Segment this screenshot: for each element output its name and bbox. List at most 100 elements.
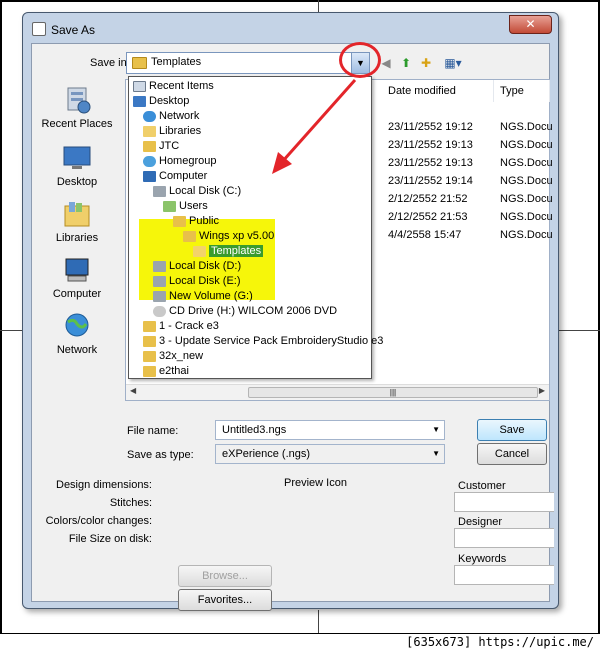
- file-date: 2/12/2552 21:53: [388, 211, 468, 223]
- dropdown-item-libraries[interactable]: Libraries: [143, 124, 201, 139]
- folder-open-icon: [193, 245, 206, 257]
- column-header-type[interactable]: Type: [494, 80, 550, 102]
- dropdown-item-local-disk-e[interactable]: Local Disk (E:): [153, 274, 241, 289]
- place-label: Recent Places: [41, 118, 113, 130]
- place-recent-places[interactable]: Recent Places: [33, 86, 121, 130]
- places-bar: Recent Places Desktop Libraries Computer: [33, 82, 121, 382]
- preview-icon-label: Preview Icon: [284, 477, 347, 489]
- dropdown-item-label: 3 - Update Service Pack EmbroideryStudio…: [159, 335, 384, 347]
- dropdown-item-desktop[interactable]: Desktop: [133, 94, 189, 109]
- dropdown-item-recent-items[interactable]: Recent Items: [133, 79, 214, 94]
- dropdown-item-label: Local Disk (D:): [169, 260, 242, 272]
- file-name-label: File name:: [127, 425, 179, 437]
- guide-line-bottom: [318, 610, 319, 633]
- dropdown-item-32x-new[interactable]: 32x_new: [143, 349, 203, 364]
- new-folder-icon[interactable]: ✚: [418, 55, 434, 71]
- view-menu-icon[interactable]: ▦▾: [442, 55, 464, 71]
- up-folder-icon[interactable]: ⬆: [398, 55, 414, 71]
- place-libraries[interactable]: Libraries: [33, 200, 121, 244]
- designer-label: Designer: [458, 516, 503, 528]
- place-label: Network: [56, 344, 98, 356]
- drive-icon: [153, 260, 166, 272]
- dropdown-item-wings[interactable]: Wings xp v5.00: [183, 229, 274, 244]
- file-date: 23/11/2552 19:13: [388, 139, 473, 151]
- favorites-button[interactable]: Favorites...: [178, 589, 272, 611]
- folder-icon: [143, 335, 156, 347]
- dropdown-item-label: CD Drive (H:) WILCOM 2006 DVD: [169, 305, 338, 317]
- save-type-select[interactable]: eXPerience (.ngs) ▼: [215, 444, 445, 464]
- file-type: NGS.Docu: [500, 121, 553, 133]
- dropdown-item-label: 1 - Crack e3: [159, 320, 219, 332]
- dropdown-item-label: JTC: [159, 140, 180, 152]
- libraries-icon: [62, 200, 92, 228]
- keywords-label: Keywords: [458, 553, 507, 565]
- colors-label: Colors/color changes:: [45, 515, 152, 527]
- designer-input[interactable]: [454, 528, 554, 548]
- save-type-label: Save as type:: [127, 449, 194, 461]
- dropdown-item-jtc[interactable]: JTC: [143, 139, 179, 154]
- keywords-input[interactable]: [454, 565, 554, 585]
- dropdown-item-update-service-pack[interactable]: 3 - Update Service Pack EmbroideryStudio…: [143, 334, 383, 349]
- place-computer[interactable]: Computer: [33, 256, 121, 300]
- file-date: 23/11/2552 19:14: [388, 175, 473, 187]
- dropdown-item-homegroup[interactable]: Homegroup: [143, 154, 216, 169]
- place-network[interactable]: Network: [33, 312, 121, 356]
- cancel-button[interactable]: Cancel: [477, 443, 547, 465]
- dropdown-item-label: Wings xp v5.00: [199, 230, 275, 242]
- place-label: Libraries: [55, 232, 99, 244]
- dropdown-item-templates[interactable]: Templates: [193, 244, 264, 259]
- libraries-icon: [143, 125, 156, 137]
- browse-button[interactable]: Browse...: [178, 565, 272, 587]
- dialog-title: Save As: [51, 23, 96, 37]
- close-button[interactable]: ✕: [509, 15, 552, 34]
- design-dimensions-label: Design dimensions:: [56, 479, 152, 491]
- file-name-value: Untitled3.ngs: [222, 424, 287, 436]
- place-label: Computer: [52, 288, 102, 300]
- dropdown-item-local-disk-c[interactable]: Local Disk (C:): [153, 184, 241, 199]
- dropdown-item-public[interactable]: Public: [173, 214, 219, 229]
- column-header-date[interactable]: Date modified: [382, 80, 494, 102]
- dropdown-item-label: Users: [179, 200, 208, 212]
- scroll-left-icon[interactable]: ◀: [130, 386, 136, 395]
- dropdown-item-new-volume-g[interactable]: New Volume (G:): [153, 289, 253, 304]
- dropdown-item-cd-drive-h[interactable]: CD Drive (H:) WILCOM 2006 DVD: [153, 304, 337, 319]
- dropdown-item-label: Local Disk (E:): [169, 275, 241, 287]
- file-type: NGS.Docu: [500, 139, 553, 151]
- folder-icon: [143, 365, 156, 377]
- folder-icon: [183, 230, 196, 242]
- network-icon: [62, 312, 92, 340]
- scroll-thumb[interactable]: |||: [248, 387, 538, 398]
- file-type: NGS.Docu: [500, 157, 553, 169]
- folder-icon: [173, 215, 186, 227]
- file-date: 23/11/2552 19:13: [388, 157, 473, 169]
- chevron-down-icon[interactable]: ▼: [432, 445, 440, 463]
- dropdown-item-users[interactable]: Users: [163, 199, 208, 214]
- file-name-input[interactable]: Untitled3.ngs ▼: [215, 420, 445, 440]
- dropdown-item-crack-e3[interactable]: 1 - Crack e3: [143, 319, 219, 334]
- customer-input[interactable]: [454, 492, 554, 512]
- dropdown-item-local-disk-d[interactable]: Local Disk (D:): [153, 259, 241, 274]
- customer-label: Customer: [458, 480, 506, 492]
- guide-line-left: [0, 330, 22, 331]
- stitches-label: Stitches:: [109, 497, 152, 509]
- dropdown-item-label: Libraries: [159, 125, 202, 137]
- dropdown-item-e2thai[interactable]: e2thai: [143, 364, 189, 379]
- dropdown-item-label: e2thai: [159, 365, 189, 377]
- scroll-right-icon[interactable]: ▶: [539, 386, 545, 395]
- footer-caption: [635x673] https://upic.me/: [406, 635, 594, 649]
- file-type: NGS.Docu: [500, 193, 553, 205]
- place-desktop[interactable]: Desktop: [33, 144, 121, 188]
- dropdown-item-label: Local Disk (C:): [169, 185, 242, 197]
- file-date: 23/11/2552 19:12: [388, 121, 473, 133]
- dropdown-item-computer[interactable]: Computer: [143, 169, 207, 184]
- save-button[interactable]: Save: [477, 419, 547, 441]
- chevron-down-icon[interactable]: ▼: [432, 421, 440, 439]
- horizontal-scrollbar[interactable]: ◀ ||| ▶: [126, 384, 549, 400]
- recent-items-icon: [133, 80, 146, 92]
- file-type: NGS.Docu: [500, 229, 553, 241]
- dropdown-item-network[interactable]: Network: [143, 109, 199, 124]
- dropdown-item-label: Computer: [159, 170, 208, 182]
- network-icon: [143, 110, 156, 122]
- file-date: 4/4/2558 15:47: [388, 229, 462, 241]
- desktop-icon: [133, 95, 146, 107]
